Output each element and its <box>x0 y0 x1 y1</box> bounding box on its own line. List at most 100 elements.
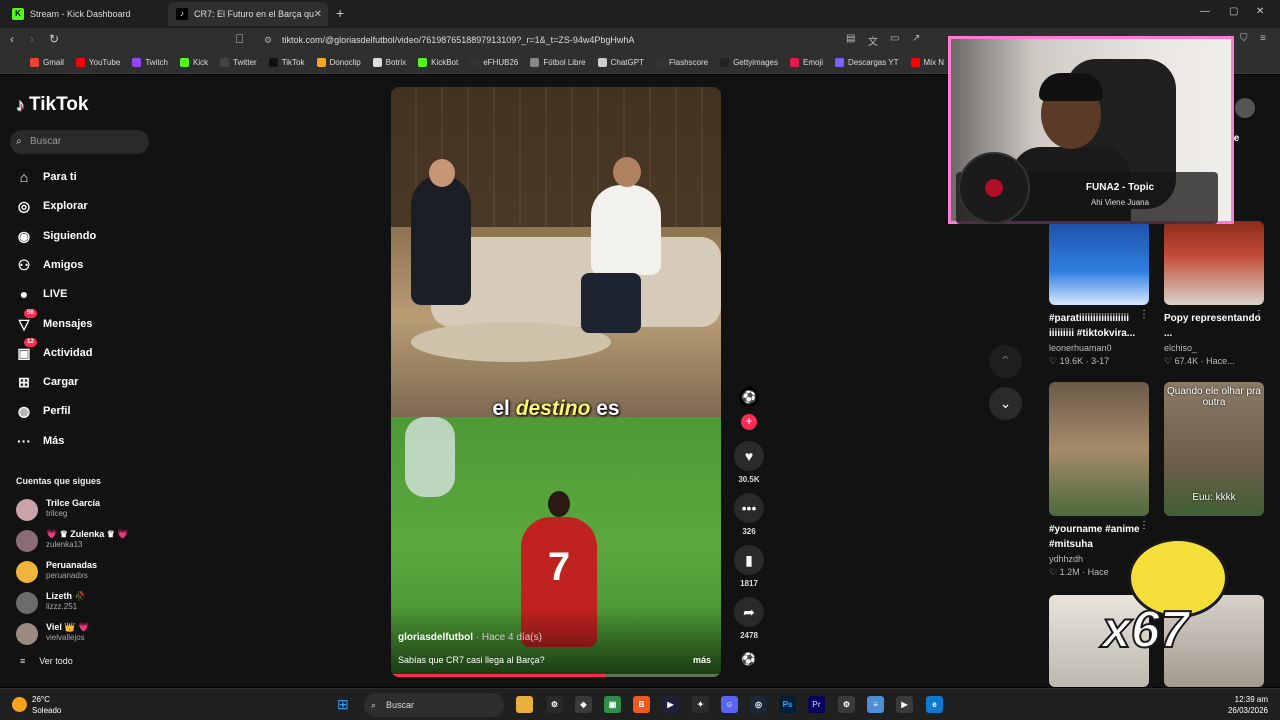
nav-icon: ▽ 56 <box>16 308 37 332</box>
followed-account[interactable]: Peruanadas peruanadxs <box>16 559 156 587</box>
site-info-icon[interactable]: ⚙ <box>264 31 272 49</box>
bookmark-item[interactable]: Emoji <box>789 58 823 67</box>
edge-icon[interactable]: e <box>926 696 943 713</box>
followed-account[interactable]: 💗 ♛ Zulenka ♛ 💗 zulenka13 <box>16 528 156 556</box>
sidebar-item-actividad[interactable]: ▣ 12 Actividad <box>16 337 156 365</box>
photoshop-icon[interactable]: Ps <box>779 696 796 713</box>
brave-browser-icon[interactable]: B <box>633 696 650 713</box>
reader-icon[interactable]: ▤ <box>846 33 855 44</box>
share-icon[interactable]: ↗ <box>912 33 920 44</box>
settings-icon[interactable]: ⚙ <box>546 696 563 713</box>
more-options-icon[interactable]: ⋮ <box>1139 309 1149 320</box>
followed-account[interactable]: Viel 👑 💗 vielvallejos <box>16 621 156 649</box>
close-window-icon[interactable]: ✕ <box>1256 6 1264 17</box>
bookmark-item[interactable]: Flashscore <box>655 58 709 67</box>
more-options-icon[interactable]: ⋮ <box>1139 520 1149 531</box>
search-input[interactable]: ⌕ Buscar <box>10 130 149 154</box>
like-button[interactable]: ♥ 30.5K <box>733 441 765 484</box>
related-video-card[interactable]: ⋮ Popy representando ... elchiso_ ♡ 67.4… <box>1164 221 1264 367</box>
comment-button[interactable]: ••• 326 <box>733 493 765 536</box>
see-all-button[interactable]: ≡ Ver todo <box>20 656 73 666</box>
media-icon[interactable]: ▶ <box>662 696 679 713</box>
bookmark-item[interactable]: Botrix <box>372 58 406 67</box>
video-progress-bar[interactable] <box>391 674 721 677</box>
bookmark-item[interactable]: YouTube <box>75 58 120 67</box>
app-icon[interactable]: ◆ <box>575 696 592 713</box>
cast-icon[interactable]: ▭ <box>890 33 899 44</box>
sidebar-item-amigos[interactable]: ⚇ Amigos <box>16 253 156 277</box>
sidebar-item-live[interactable]: ● LIVE <box>16 282 156 306</box>
profile-avatar[interactable] <box>1235 98 1255 118</box>
followed-account[interactable]: Trilce García trilceg <box>16 497 156 525</box>
system-clock[interactable]: 12:39 am 26/03/2026 <box>1228 694 1268 716</box>
bookmark-item[interactable]: Kick <box>180 58 208 67</box>
bookmark-label: Flashscore <box>668 58 709 67</box>
bookmark-item[interactable]: eFHUB26 <box>470 58 518 67</box>
close-tab-icon[interactable]: ✕ <box>314 9 322 20</box>
save-button[interactable]: ▮ 1817 <box>733 545 765 588</box>
bookmark-item[interactable]: Mix N <box>910 58 944 67</box>
bookmark-item[interactable]: Fútbol Libre <box>530 58 586 67</box>
tab-kick-dashboard[interactable]: K Stream - Kick Dashboard <box>4 2 164 26</box>
app-icon[interactable]: ✦ <box>692 696 709 713</box>
discord-icon[interactable]: ☺ <box>721 696 738 713</box>
bookmark-item[interactable]: TikTok <box>268 58 305 67</box>
bookmark-item[interactable]: ChatGPT <box>597 58 644 67</box>
bookmark-favicon-icon <box>316 58 326 67</box>
new-tab-button[interactable]: + <box>336 5 344 21</box>
app-icon[interactable]: ▣ <box>604 696 621 713</box>
weather-widget[interactable]: 26°C Soleado <box>12 694 61 716</box>
taskbar-search[interactable]: ⌕ Buscar <box>364 693 504 717</box>
scroll-down-button[interactable]: ⌄ <box>989 387 1022 420</box>
forward-icon[interactable]: › <box>30 32 34 46</box>
more-button[interactable]: más <box>693 655 711 665</box>
url-field[interactable]: ⚙ tiktok.com/@gloriasdelfutbol/video/761… <box>258 31 948 49</box>
share-arrow-icon: ➦ <box>734 597 764 627</box>
steam-icon[interactable]: ◎ <box>750 696 767 713</box>
back-icon[interactable]: ‹ <box>10 32 14 46</box>
sidebar-item-mensajes[interactable]: ▽ 56 Mensajes <box>16 308 156 336</box>
file-explorer-icon[interactable] <box>516 696 533 713</box>
shield-icon[interactable]: ⛉ <box>1240 33 1248 44</box>
bookmark-icon[interactable]: ⎕ <box>236 32 243 47</box>
related-video-card[interactable]: ⋮ #paratiiiiiiiiiiiiiiiiii iiiiiiiii #ti… <box>1049 221 1149 367</box>
followed-account[interactable]: Lizeth 🥀 lizzz.251 <box>16 590 156 618</box>
sidebar-item-más[interactable]: ··· Más <box>16 429 156 453</box>
bookmark-item[interactable]: Gmail <box>30 58 64 67</box>
sidebar-item-cargar[interactable]: ⊞ Cargar <box>16 370 156 394</box>
premiere-icon[interactable]: Pr <box>808 696 825 713</box>
bookmark-item[interactable]: Descargas YT <box>835 58 899 67</box>
share-button[interactable]: ➦ 2478 <box>733 597 765 640</box>
account-name: Peruanadas <box>46 560 98 570</box>
gear-icon[interactable]: ⚙ <box>838 696 855 713</box>
video-author[interactable]: gloriasdelfutbol · Hace 4 día(s) <box>398 632 542 643</box>
play-icon[interactable]: ▶ <box>896 696 913 713</box>
scroll-up-button[interactable]: ⌃ <box>989 345 1022 378</box>
follow-plus-icon[interactable]: + <box>741 414 757 430</box>
notepad-icon[interactable]: ≡ <box>867 696 884 713</box>
minimize-icon[interactable]: — <box>1200 6 1210 17</box>
more-options-icon[interactable]: ⋮ <box>1254 309 1264 320</box>
related-video-card[interactable]: Quando ele olhar pra outra Euu: kkkk <box>1164 382 1264 516</box>
creator-avatar[interactable]: ⚽ <box>739 387 759 407</box>
maximize-icon[interactable]: ▢ <box>1229 6 1238 17</box>
sidebar-item-explorar[interactable]: ◎ Explorar <box>16 194 156 218</box>
bookmark-item[interactable]: Twitter <box>220 58 257 67</box>
sidebar-item-perfil[interactable]: ◍ Perfil <box>16 399 156 423</box>
sidebar-item-para-ti[interactable]: ⌂ Para ti <box>16 165 156 189</box>
avatar <box>16 530 38 552</box>
bookmark-item[interactable]: Twitch <box>132 58 168 67</box>
bookmark-item[interactable]: KickBot <box>418 58 458 67</box>
translate-icon[interactable]: 文 <box>868 33 878 48</box>
tab-tiktok-video[interactable]: ♪ CR7: El Futuro en el Barça qu ✕ <box>168 2 328 26</box>
tiktok-logo[interactable]: ♪ TikTok <box>16 94 88 116</box>
video-player[interactable]: el destino es 7 gloriasdelfutbol · Hace … <box>391 87 721 677</box>
menu-icon[interactable]: ≡ <box>1260 33 1266 44</box>
music-disc-icon[interactable]: ⚽ <box>741 652 757 670</box>
reload-icon[interactable]: ↻ <box>49 32 59 46</box>
bookmark-item[interactable]: Donoclip <box>316 58 361 67</box>
clock-date: 26/03/2026 <box>1227 706 1268 715</box>
bookmark-item[interactable]: Gettyimages <box>720 58 778 67</box>
sidebar-item-siguiendo[interactable]: ◉ Siguiendo <box>16 224 156 248</box>
windows-start-icon[interactable]: ⊞ <box>337 696 353 712</box>
